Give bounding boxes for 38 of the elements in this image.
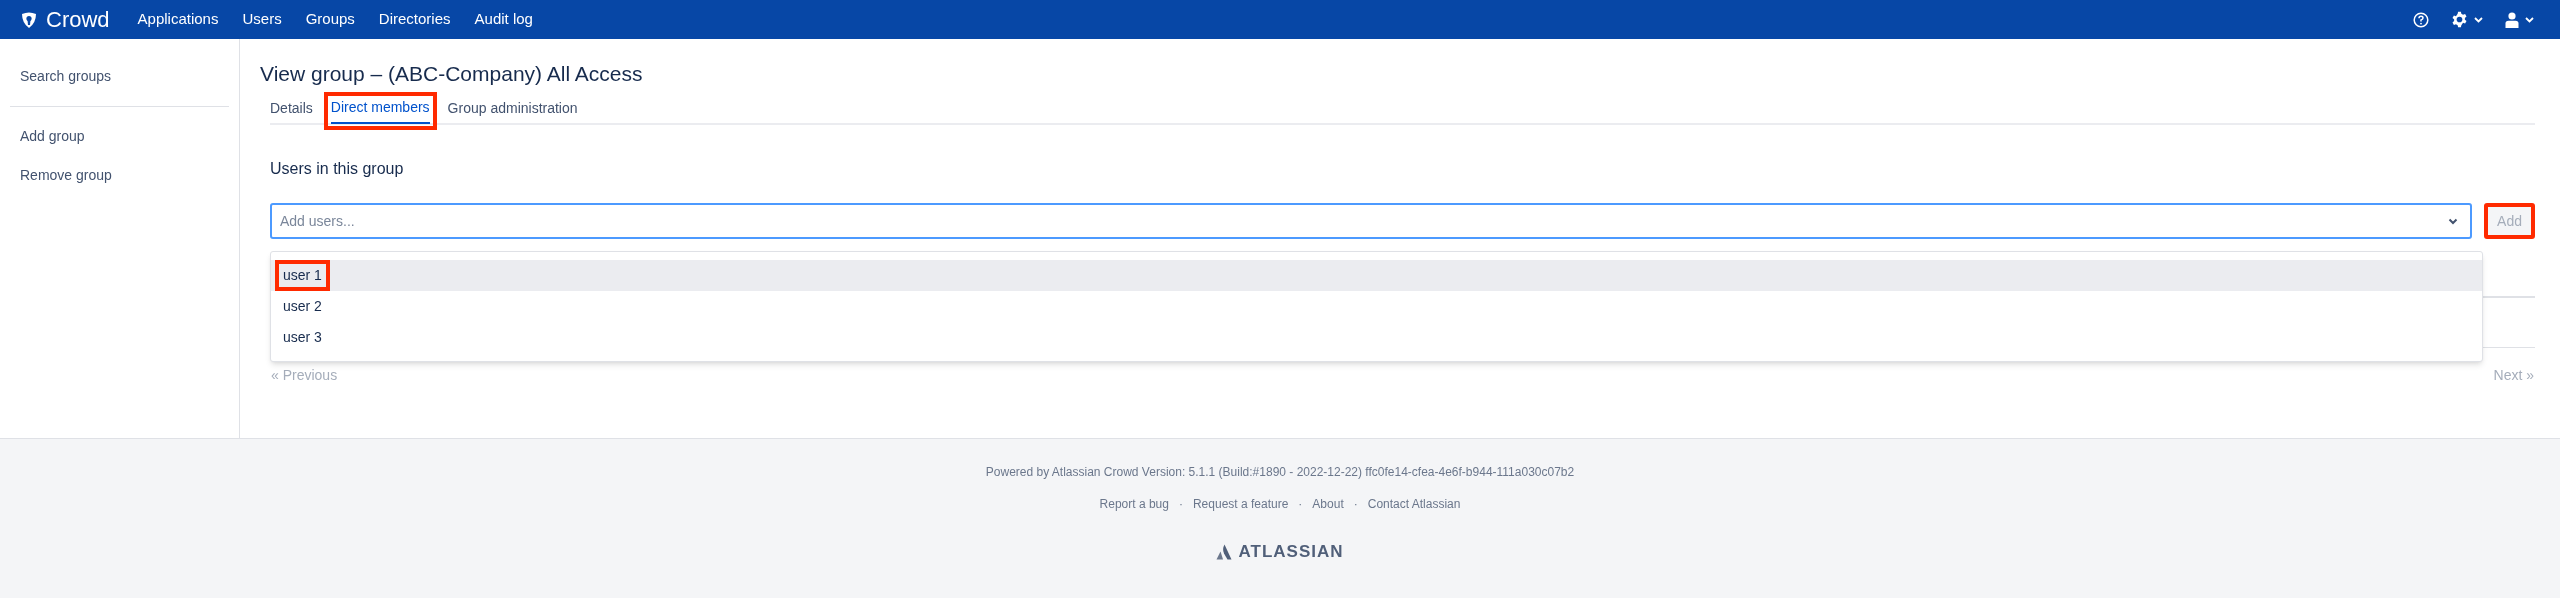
user-name: user 2 — [283, 297, 322, 316]
sidebar-link[interactable]: Remove group — [20, 165, 219, 186]
user-option[interactable]: user 2 — [271, 291, 2482, 322]
separator-dot: · — [1178, 496, 1183, 513]
atlassian-wordmark: ATLASSIAN — [1238, 541, 1344, 563]
crowd-logo-icon — [20, 10, 38, 29]
nav-link[interactable]: Users — [242, 8, 282, 31]
footer-link[interactable]: Report a bug — [1099, 495, 1169, 513]
section-heading: Users in this group — [270, 159, 405, 179]
user-option[interactable]: user 3 — [271, 322, 2482, 353]
nav-link[interactable]: Applications — [137, 8, 219, 31]
nav-link[interactable]: Audit log — [474, 8, 533, 31]
product-name[interactable]: Crowd — [46, 8, 110, 31]
tab[interactable]: Details — [270, 97, 313, 125]
separator-dot: · — [1298, 496, 1303, 513]
help-icon[interactable] — [2413, 11, 2429, 28]
nav-link[interactable]: Directories — [378, 8, 451, 31]
footer-link[interactable]: About — [1312, 495, 1344, 513]
caret-icon[interactable] — [2525, 16, 2534, 23]
caret-icon[interactable] — [2474, 16, 2483, 23]
page-title: View group – (ABC-Company) All Access — [260, 61, 644, 87]
user-name: user 1 — [283, 266, 322, 285]
atlassian-logo-icon — [1216, 543, 1233, 560]
sidebar-link[interactable]: Add group — [20, 126, 219, 147]
user-picker-field[interactable]: Add users... — [270, 203, 2473, 239]
footer-link[interactable]: Request a feature — [1192, 495, 1289, 513]
tab[interactable]: Group administration — [447, 97, 578, 125]
user-option[interactable]: user 1 — [271, 260, 2482, 291]
chevron-down-icon[interactable] — [2448, 218, 2459, 225]
user-icon[interactable] — [2505, 11, 2519, 28]
separator-dot: · — [1353, 496, 1358, 513]
version-text: Powered by Atlassian Crowd Version: 5.1.1 (Build:#1890 - 2022-12-22) ffc0fe14-cfea-4e6f-b944-111a030c07b2 — [985, 464, 1575, 481]
footer-link[interactable]: Contact Atlassian — [1367, 495, 1461, 513]
settings-icon[interactable] — [2451, 11, 2468, 28]
sidebar-link[interactable]: Search groups — [20, 66, 219, 87]
nav-link[interactable]: Groups — [305, 8, 355, 31]
tab[interactable]: Direct members — [330, 96, 430, 124]
user-name: user 3 — [283, 328, 322, 347]
